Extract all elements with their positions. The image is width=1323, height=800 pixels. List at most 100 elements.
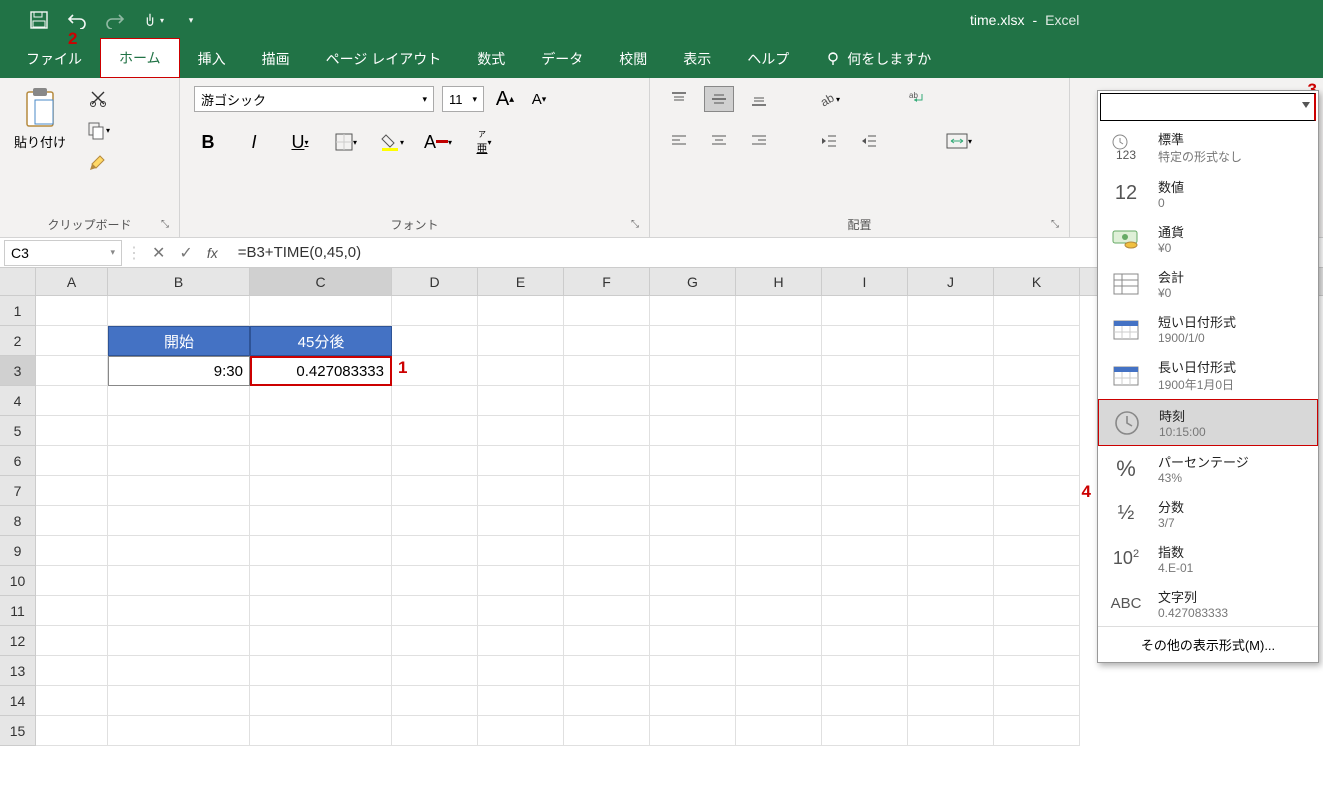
col-header-H[interactable]: H — [736, 268, 822, 295]
row-header-4[interactable]: 4 — [0, 386, 36, 416]
wrap-text-button[interactable]: ab — [904, 86, 934, 112]
format-item-数値[interactable]: 12数値0 — [1098, 171, 1318, 216]
row-header-9[interactable]: 9 — [0, 536, 36, 566]
more-number-formats[interactable]: その他の表示形式(M)... — [1098, 626, 1318, 662]
paste-button[interactable]: 貼り付け — [14, 86, 66, 212]
alignment-launcher[interactable]: ⤡ — [1051, 219, 1063, 231]
row-header-15[interactable]: 15 — [0, 716, 36, 746]
row-header-1[interactable]: 1 — [0, 296, 36, 326]
align-top-button[interactable] — [664, 86, 694, 112]
increase-indent-button[interactable] — [854, 128, 884, 154]
row-header-12[interactable]: 12 — [0, 626, 36, 656]
redo-button[interactable] — [104, 9, 126, 31]
touch-mode-button[interactable]: ▾ — [142, 9, 164, 31]
merge-center-button[interactable]: ▾ — [944, 128, 974, 154]
col-header-D[interactable]: D — [392, 268, 478, 295]
format-sample: ¥0 — [1158, 286, 1184, 300]
tab-file[interactable]: ファイル — [8, 40, 100, 78]
row-header-10[interactable]: 10 — [0, 566, 36, 596]
paste-label: 貼り付け — [14, 132, 66, 151]
format-item-パーセンテージ[interactable]: %パーセンテージ43% — [1098, 446, 1318, 491]
save-button[interactable] — [28, 9, 50, 31]
align-bottom-button[interactable] — [744, 86, 774, 112]
format-item-時刻[interactable]: 時刻10:15:00 — [1098, 399, 1318, 446]
bold-button[interactable]: B — [194, 128, 222, 156]
row-header-5[interactable]: 5 — [0, 416, 36, 446]
cell-B3[interactable]: 9:30 — [108, 356, 250, 386]
format-painter-button[interactable] — [84, 150, 112, 174]
qat-customize[interactable]: ▾ — [180, 9, 202, 31]
number-format-selector[interactable] — [1100, 93, 1316, 121]
tab-review[interactable]: 校閲 — [601, 40, 665, 78]
format-icon: % — [1108, 453, 1144, 485]
col-header-J[interactable]: J — [908, 268, 994, 295]
underline-button[interactable]: U ▾ — [286, 128, 314, 156]
col-header-F[interactable]: F — [564, 268, 650, 295]
cancel-formula-button[interactable]: ✕ — [152, 243, 165, 263]
phonetic-button[interactable]: ア亜▾ — [470, 128, 498, 156]
font-name-value: 游ゴシック — [201, 90, 266, 109]
row-header-8[interactable]: 8 — [0, 506, 36, 536]
format-item-指数[interactable]: 102指数4.E-01 — [1098, 536, 1318, 581]
select-all-corner[interactable] — [0, 268, 36, 296]
copy-button[interactable]: ▾ — [84, 118, 112, 142]
row-header-6[interactable]: 6 — [0, 446, 36, 476]
col-header-C[interactable]: C — [250, 268, 392, 295]
cell-C3[interactable]: 0.427083333 — [250, 356, 392, 386]
tell-me-search[interactable]: 何をしますか — [807, 40, 949, 78]
borders-button[interactable]: ▾ — [332, 128, 360, 156]
col-header-I[interactable]: I — [822, 268, 908, 295]
align-center-button[interactable] — [704, 128, 734, 154]
tab-insert[interactable]: 挿入 — [180, 40, 244, 78]
format-item-短い日付形式[interactable]: 短い日付形式1900/1/0 — [1098, 306, 1318, 351]
align-right-button[interactable] — [744, 128, 774, 154]
format-item-標準[interactable]: 123標準特定の形式なし — [1098, 123, 1318, 171]
fill-color-button[interactable]: ▾ — [378, 128, 406, 156]
cell-B2[interactable]: 開始 — [108, 326, 250, 356]
decrease-indent-button[interactable] — [814, 128, 844, 154]
row-header-3[interactable]: 3 — [0, 356, 36, 386]
align-middle-button[interactable] — [704, 86, 734, 112]
font-size-select[interactable]: 11▾ — [442, 86, 484, 112]
tab-draw[interactable]: 描画 — [244, 40, 308, 78]
font-name-select[interactable]: 游ゴシック▾ — [194, 86, 434, 112]
fx-button[interactable]: fx — [207, 245, 218, 261]
tab-page-layout[interactable]: ページ レイアウト — [308, 40, 460, 78]
enter-formula-button[interactable]: ✓ — [179, 243, 192, 263]
font-launcher[interactable]: ⤡ — [631, 219, 643, 231]
format-item-文字列[interactable]: ABC文字列0.427083333 — [1098, 581, 1318, 626]
name-box-value: C3 — [11, 245, 29, 261]
col-header-G[interactable]: G — [650, 268, 736, 295]
format-item-分数[interactable]: ½分数3/7 — [1098, 491, 1318, 536]
format-title: 標準 — [1158, 129, 1242, 148]
align-left-button[interactable] — [664, 128, 694, 154]
undo-button[interactable] — [66, 9, 88, 31]
callout-2: 2 — [68, 29, 77, 49]
col-header-B[interactable]: B — [108, 268, 250, 295]
format-item-通貨[interactable]: 通貨¥0 — [1098, 216, 1318, 261]
row-header-13[interactable]: 13 — [0, 656, 36, 686]
col-header-E[interactable]: E — [478, 268, 564, 295]
cell-C2[interactable]: 45分後 — [250, 326, 392, 356]
tab-formulas[interactable]: 数式 — [459, 40, 523, 78]
tab-view[interactable]: 表示 — [665, 40, 729, 78]
cut-button[interactable] — [84, 86, 112, 110]
row-header-14[interactable]: 14 — [0, 686, 36, 716]
orientation-button[interactable]: ab▾ — [814, 86, 844, 112]
col-header-A[interactable]: A — [36, 268, 108, 295]
row-header-7[interactable]: 7 — [0, 476, 36, 506]
format-item-長い日付形式[interactable]: 長い日付形式1900年1月0日 — [1098, 351, 1318, 399]
row-header-11[interactable]: 11 — [0, 596, 36, 626]
format-item-会計[interactable]: 会計¥0 — [1098, 261, 1318, 306]
col-header-K[interactable]: K — [994, 268, 1080, 295]
increase-font-button[interactable]: A▴ — [492, 86, 518, 112]
font-color-button[interactable]: A▾ — [424, 128, 452, 156]
row-header-2[interactable]: 2 — [0, 326, 36, 356]
tab-help[interactable]: ヘルプ — [729, 40, 807, 78]
decrease-font-button[interactable]: A▾ — [526, 86, 552, 112]
italic-button[interactable]: I — [240, 128, 268, 156]
tab-home[interactable]: ホーム — [100, 38, 180, 78]
clipboard-launcher[interactable]: ⤡ — [161, 219, 173, 231]
tab-data[interactable]: データ — [523, 40, 601, 78]
name-box[interactable]: C3▾ — [4, 240, 122, 266]
